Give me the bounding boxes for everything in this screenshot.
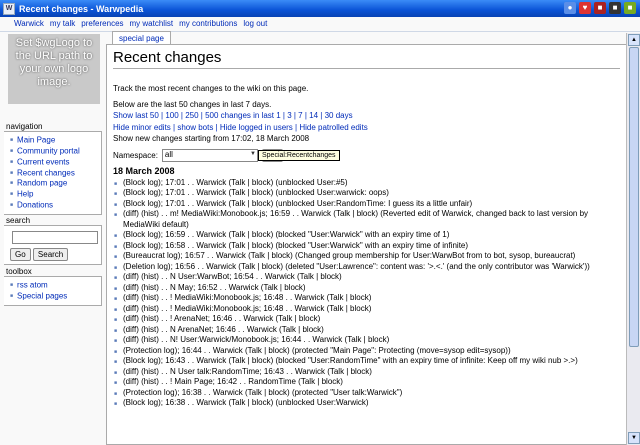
- search-button[interactable]: Search: [32, 248, 69, 261]
- green-icon[interactable]: ■: [624, 2, 636, 14]
- list-item[interactable]: (diff) (hist) . . N User talk:RandomTime…: [113, 367, 620, 378]
- window-title: Recent changes - Warwpedia: [19, 3, 144, 14]
- scroll-thumb[interactable]: [629, 47, 639, 347]
- navigation-portlet: navigation Main Page Community portal Cu…: [4, 122, 102, 216]
- navigation-title: navigation: [6, 122, 43, 131]
- scroll-down-icon[interactable]: ▼: [628, 432, 640, 444]
- browser-favicon-icon: W: [3, 2, 15, 15]
- nav-community-portal[interactable]: Community portal: [10, 146, 99, 157]
- list-item[interactable]: (diff) (hist) . . ! MediaWiki:Monobook.j…: [113, 293, 620, 304]
- tray-icons: ● ♥ ■ ■ ■: [564, 2, 636, 14]
- red-icon[interactable]: ■: [594, 2, 606, 14]
- list-item[interactable]: (Deletion log); 16:56 . . Warwick (Talk …: [113, 262, 620, 273]
- namespace-select[interactable]: all: [161, 148, 258, 162]
- contributions-link[interactable]: my contributions: [179, 19, 237, 28]
- show-last-links[interactable]: Show last 50 | 100 | 250 | 500 changes i…: [113, 110, 620, 122]
- list-item[interactable]: (diff) (hist) . . m! MediaWiki:Monobook.…: [113, 209, 620, 230]
- intro-text: Track the most recent changes to the wik…: [113, 84, 309, 93]
- nav-recent-changes[interactable]: Recent changes: [10, 168, 99, 179]
- list-item[interactable]: (Block log); 16:59 . . Warwick (Talk | b…: [113, 230, 620, 241]
- list-item[interactable]: (Block log); 16:58 . . Warwick (Talk | b…: [113, 241, 620, 252]
- nav-random-page[interactable]: Random page: [10, 178, 99, 189]
- vertical-scrollbar[interactable]: ▲ ▼: [626, 33, 640, 445]
- preferences-link[interactable]: preferences: [81, 19, 123, 28]
- toolbox-portlet: toolbox rss atom Special pages: [4, 267, 102, 306]
- list-item[interactable]: (Block log); 17:01 . . Warwick (Talk | b…: [113, 178, 620, 189]
- list-item[interactable]: (diff) (hist) . . N User:WarwBot; 16:54 …: [113, 272, 620, 283]
- dark-icon[interactable]: ■: [609, 2, 621, 14]
- list-item[interactable]: (Protection log); 16:44 . . Warwick (Tal…: [113, 346, 620, 357]
- page-title: Recent changes: [113, 49, 620, 69]
- nav-help[interactable]: Help: [10, 189, 99, 200]
- namespace-row: Namespace: all Go: [113, 148, 620, 162]
- list-item[interactable]: (diff) (hist) . . N! User:Warwick/Monobo…: [113, 335, 620, 346]
- list-item[interactable]: (Bureaucrat log); 16:57 . . Warwick (Tal…: [113, 251, 620, 262]
- personal-links: Warwick my talk preferences my watchlist…: [14, 19, 267, 28]
- logout-link[interactable]: log out: [243, 19, 267, 28]
- changes-list: (Block log); 17:01 . . Warwick (Talk | b…: [113, 178, 620, 409]
- heart-icon[interactable]: ♥: [579, 2, 591, 14]
- namespace-label: Namespace:: [113, 150, 158, 160]
- site-logo[interactable]: Set $wgLogo to the URL path to your own …: [8, 34, 100, 104]
- watchlist-link[interactable]: my watchlist: [130, 19, 174, 28]
- search-title: search: [6, 216, 31, 225]
- list-item[interactable]: (Block log); 17:01 . . Warwick (Talk | b…: [113, 199, 620, 210]
- list-item[interactable]: (Block log); 16:38 . . Warwick (Talk | b…: [113, 398, 620, 409]
- window-titlebar: W Recent changes - Warwpedia ● ♥ ■ ■ ■: [0, 0, 640, 17]
- special-pages-link[interactable]: Special pages: [10, 291, 99, 302]
- list-item[interactable]: (Block log); 16:43 . . Warwick (Talk | b…: [113, 356, 620, 367]
- list-item[interactable]: (Protection log); 16:38 . . Warwick (Tal…: [113, 388, 620, 399]
- search-portlet: search Go Search: [4, 216, 102, 265]
- tooltip: Special:Recentchanges: [258, 150, 340, 161]
- show-new-changes[interactable]: Show new changes starting from 17:02, 18…: [113, 133, 620, 145]
- user-link[interactable]: Warwick: [14, 19, 44, 28]
- main-content: Recent changes Track the most recent cha…: [106, 44, 626, 445]
- scroll-up-icon[interactable]: ▲: [628, 34, 640, 46]
- tab-special-page[interactable]: special page: [112, 31, 171, 45]
- nav-current-events[interactable]: Current events: [10, 157, 99, 168]
- list-item[interactable]: (diff) (hist) . . ! Main Page; 16:42 . .…: [113, 377, 620, 388]
- go-button[interactable]: Go: [10, 248, 31, 261]
- below-text: Below are the last 50 changes in last 7 …: [113, 99, 272, 109]
- personal-bar: Warwick my talk preferences my watchlist…: [0, 17, 640, 32]
- feed-links[interactable]: rss atom: [10, 280, 99, 291]
- nav-main-page[interactable]: Main Page: [10, 135, 99, 146]
- list-item[interactable]: (diff) (hist) . . N ArenaNet; 16:46 . . …: [113, 325, 620, 336]
- my-talk-link[interactable]: my talk: [50, 19, 75, 28]
- list-item[interactable]: (diff) (hist) . . ! ArenaNet; 16:46 . . …: [113, 314, 620, 325]
- search-input[interactable]: [12, 231, 98, 244]
- date-heading: 18 March 2008: [113, 165, 175, 176]
- list-item[interactable]: (diff) (hist) . . ! MediaWiki:Monobook.j…: [113, 304, 620, 315]
- globe-icon[interactable]: ●: [564, 2, 576, 14]
- hide-options-links[interactable]: Hide minor edits | show bots | Hide logg…: [113, 122, 620, 134]
- nav-donations[interactable]: Donations: [10, 200, 99, 211]
- toolbox-title: toolbox: [6, 267, 32, 276]
- list-item[interactable]: (Block log); 17:01 . . Warwick (Talk | b…: [113, 188, 620, 199]
- list-item[interactable]: (diff) (hist) . . N May; 16:52 . . Warwi…: [113, 283, 620, 294]
